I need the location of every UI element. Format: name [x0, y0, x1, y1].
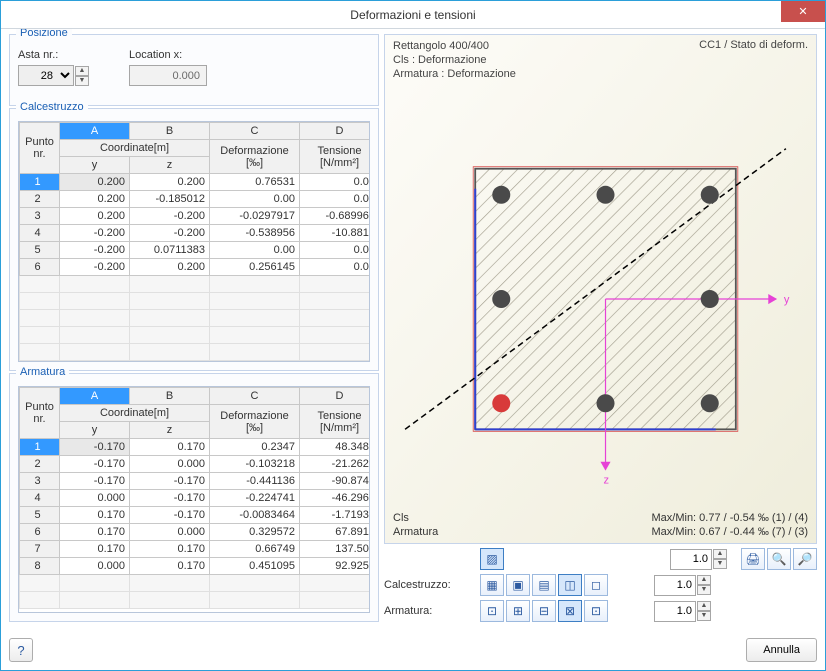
cancel-button[interactable]: Annulla [746, 638, 817, 662]
location-input: 0.000 [129, 65, 207, 86]
col-c[interactable]: C [210, 388, 300, 405]
zoom-button[interactable]: 🔍 [767, 548, 791, 570]
col-ten: Tensione[N/mm²] [300, 140, 371, 174]
table-row[interactable]: 2-0.1700.000-0.103218-21.2629 [20, 456, 371, 473]
arm-scale-up[interactable]: ▲ [697, 601, 711, 611]
col-z: z [130, 157, 210, 174]
preview-stats: Cls Armatura Max/Min: 0.77 / -0.54 ‰ (1)… [393, 511, 808, 539]
style-hatch-button[interactable]: ▨ [480, 548, 504, 570]
table-row[interactable]: 70.1700.1700.66749137.503 [20, 541, 371, 558]
scale-input[interactable] [670, 549, 712, 570]
cls-scale-input[interactable] [654, 575, 696, 596]
svg-text:y: y [784, 294, 790, 306]
col-d[interactable]: D [300, 123, 371, 140]
table-row[interactable]: 5-0.2000.07113830.000.00 [20, 242, 371, 259]
print-button[interactable]: 🖨 [741, 548, 765, 570]
preview-header: Rettangolo 400/400 Cls : Deformazione Ar… [393, 39, 516, 81]
section-preview[interactable]: Rettangolo 400/400 Cls : Deformazione Ar… [385, 35, 816, 543]
col-a[interactable]: A [60, 388, 130, 405]
position-group: Posizione Asta nr.: 28 ▲ ▼ Locat [9, 34, 379, 106]
titlebar: Deformazioni e tensioni ✕ [1, 1, 825, 29]
asta-label: Asta nr.: [18, 49, 89, 61]
zoom-fit-button[interactable]: 🔎 [793, 548, 817, 570]
arm-view-2-button[interactable]: ⊞ [506, 600, 530, 622]
cls-group-title: Calcestruzzo [16, 101, 88, 113]
asta-select[interactable]: 28 [18, 65, 74, 86]
table-row[interactable]: 20.200-0.1850120.000.00 [20, 191, 371, 208]
scale-up[interactable]: ▲ [713, 549, 727, 559]
arm-scale-input[interactable] [654, 601, 696, 622]
col-b[interactable]: B [130, 388, 210, 405]
col-def: Deformazione[‰] [210, 140, 300, 174]
help-button[interactable]: ? [9, 638, 33, 662]
arm-table[interactable]: Puntonr. A B C D Coordinate[m] Deformazi… [19, 387, 370, 609]
preview-loadcase: CC1 / Stato di deform. [699, 39, 808, 51]
col-ten: Tensione[N/mm²] [300, 405, 371, 439]
col-puntonr: Puntonr. [20, 123, 60, 174]
table-row[interactable]: 40.000-0.170-0.224741-46.2967 [20, 490, 371, 507]
table-row[interactable]: 60.1700.0000.32957267.8918 [20, 524, 371, 541]
cls-table[interactable]: Puntonr. A B C D Coordinate[m] Deformazi… [19, 122, 370, 361]
arm-group: Armatura Puntonr. A B C D [9, 373, 379, 622]
window-title: Deformazioni e tensioni [350, 8, 475, 22]
col-c[interactable]: C [210, 123, 300, 140]
col-def: Deformazione[‰] [210, 405, 300, 439]
section-preview-group: Rettangolo 400/400 Cls : Deformazione Ar… [384, 34, 817, 544]
cls-view-5-button[interactable]: ◻ [584, 574, 608, 596]
table-row[interactable]: 10.2000.2000.765310.00 [20, 174, 371, 191]
asta-up-button[interactable]: ▲ [75, 66, 89, 76]
arm-view-1-button[interactable]: ⊡ [480, 600, 504, 622]
cls-group: Calcestruzzo Puntonr. A B C D [9, 108, 379, 371]
table-row[interactable]: 1-0.1700.1700.234748.3482 [20, 439, 371, 456]
arm-scale-down[interactable]: ▼ [697, 611, 711, 621]
cls-scale-down[interactable]: ▼ [697, 585, 711, 595]
col-puntonr: Puntonr. [20, 388, 60, 439]
arm-toolbar-label: Armatura: [384, 605, 474, 617]
col-y: y [60, 422, 130, 439]
cls-view-1-button[interactable]: ▦ [480, 574, 504, 596]
svg-text:z: z [604, 474, 610, 486]
arm-view-4-button[interactable]: ⊠ [558, 600, 582, 622]
table-row[interactable]: 6-0.2000.2000.2561450.00 [20, 259, 371, 276]
col-coord: Coordinate[m] [60, 140, 210, 157]
close-button[interactable]: ✕ [781, 1, 825, 22]
cls-scale-up[interactable]: ▲ [697, 575, 711, 585]
arm-group-title: Armatura [16, 366, 69, 378]
cls-view-3-button[interactable]: ▤ [532, 574, 556, 596]
cls-toolbar-label: Calcestruzzo: [384, 579, 474, 591]
table-row[interactable]: 30.200-0.200-0.0297917-0.689962 [20, 208, 371, 225]
table-row[interactable]: 80.0000.1700.45109592.9256 [20, 558, 371, 575]
col-coord: Coordinate[m] [60, 405, 210, 422]
col-a[interactable]: A [60, 123, 130, 140]
arm-view-3-button[interactable]: ⊟ [532, 600, 556, 622]
col-d[interactable]: D [300, 388, 371, 405]
table-row[interactable]: 3-0.170-0.170-0.441136-90.8741 [20, 473, 371, 490]
col-b[interactable]: B [130, 123, 210, 140]
cls-view-2-button[interactable]: ▣ [506, 574, 530, 596]
position-title: Posizione [16, 29, 72, 39]
section-svg: y z [385, 35, 816, 543]
table-row[interactable]: 50.170-0.170-0.0083464-1.71937 [20, 507, 371, 524]
asta-down-button[interactable]: ▼ [75, 76, 89, 86]
col-z: z [130, 422, 210, 439]
arm-view-5-button[interactable]: ⊡ [584, 600, 608, 622]
location-label: Location x: [129, 49, 207, 61]
cls-view-4-button[interactable]: ◫ [558, 574, 582, 596]
table-row[interactable]: 4-0.200-0.200-0.538956-10.8812 [20, 225, 371, 242]
col-y: y [60, 157, 130, 174]
scale-down[interactable]: ▼ [713, 559, 727, 569]
